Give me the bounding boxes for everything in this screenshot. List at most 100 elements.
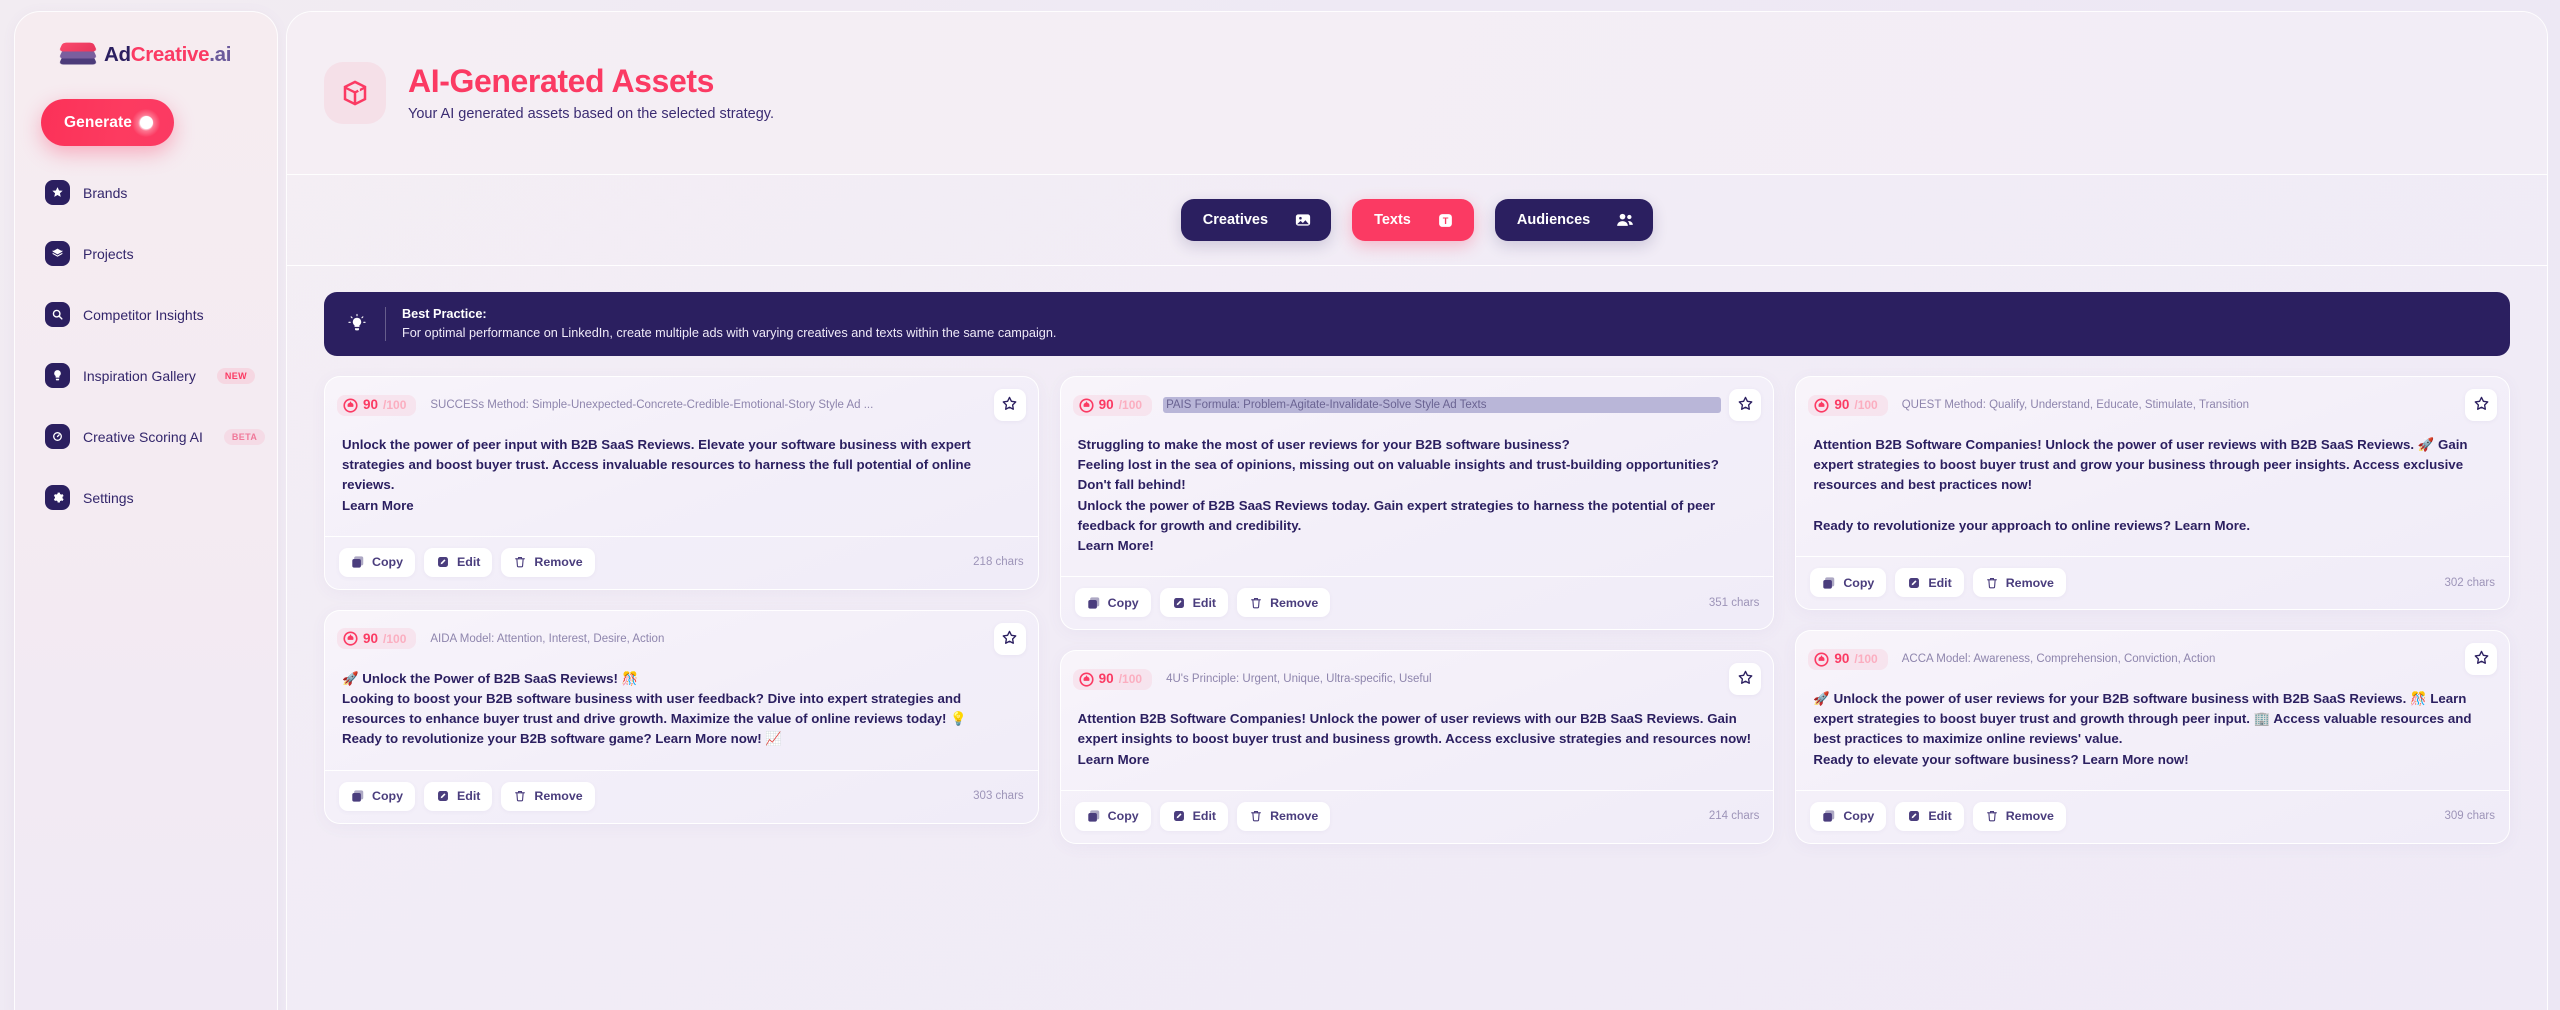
- copy-icon: [1822, 576, 1836, 590]
- card-footer: Copy Edit Remove 309 chars: [1796, 789, 2510, 843]
- card-footer: Copy Edit Remove 351 chars: [1060, 576, 1774, 629]
- remove-button-label: Remove: [534, 789, 583, 804]
- copy-button-label: Copy: [1843, 809, 1875, 824]
- sidebar-item-competitor-insights[interactable]: Competitor Insights: [15, 294, 277, 335]
- tab-creatives[interactable]: Creatives: [1180, 199, 1332, 241]
- copy-button-label: Copy: [1107, 809, 1139, 824]
- main-panel: AI-Generated Assets Your AI generated as…: [286, 11, 2548, 1010]
- magnifier-icon: [45, 302, 70, 327]
- card-header: 90/100 AIDA Model: Attention, Interest, D…: [325, 611, 1038, 665]
- card-title: PAIS Formula: Problem-Agitate-Invalidate…: [1163, 397, 1722, 413]
- copy-button[interactable]: Copy: [1810, 568, 1887, 598]
- generate-button-label: Generate: [64, 113, 132, 131]
- card-body-text: 🚀 Unlock the power of user reviews for y…: [1813, 691, 2472, 767]
- sidebar-item-brands[interactable]: Brands: [15, 172, 277, 213]
- remove-button[interactable]: Remove: [1972, 568, 2066, 598]
- edit-button[interactable]: Edit: [1159, 588, 1229, 618]
- sidebar-badge-new: NEW: [216, 367, 256, 384]
- tab-texts[interactable]: Texts T: [1352, 199, 1474, 241]
- favorite-button[interactable]: [993, 622, 1026, 655]
- copy-button-label: Copy: [1107, 595, 1139, 610]
- pencil-icon: [436, 555, 450, 569]
- card-header: 90/100 SUCCESs Method: Simple-Unexpected-…: [325, 377, 1038, 431]
- edit-button[interactable]: Edit: [423, 547, 493, 577]
- remove-button[interactable]: Remove: [1237, 801, 1331, 831]
- sidebar-item-label: Competitor Insights: [83, 306, 204, 323]
- card-body-text: Unlock the power of peer input with B2B …: [342, 437, 972, 513]
- sidebar-item-settings[interactable]: Settings: [15, 477, 277, 518]
- card-footer: Copy Edit Remove 303 chars: [325, 769, 1038, 823]
- copy-icon: [1087, 596, 1101, 610]
- edit-button[interactable]: Edit: [423, 781, 493, 811]
- brand-logo[interactable]: AdCreative.ai: [15, 12, 277, 71]
- score-max: /100: [1854, 398, 1878, 412]
- tab-label: Texts: [1374, 212, 1411, 228]
- score-max: /100: [1118, 398, 1143, 412]
- asset-card: 90/100 QUEST Method: Qualify, Understand,…: [1795, 376, 2511, 611]
- image-icon: [1293, 210, 1313, 230]
- edit-button[interactable]: Edit: [1895, 801, 1964, 831]
- score-max: /100: [1118, 672, 1143, 687]
- remove-button[interactable]: Remove: [501, 781, 595, 811]
- card-title: SUCCESs Method: Simple-Unexpected-Concre…: [430, 399, 874, 411]
- score-badge: 90/100: [337, 394, 417, 416]
- generate-button[interactable]: Generate: [41, 99, 174, 146]
- remove-button[interactable]: Remove: [501, 547, 595, 577]
- char-count: 303 chars: [973, 790, 1024, 803]
- sidebar-item-label: Settings: [83, 489, 134, 506]
- copy-button[interactable]: Copy: [1074, 588, 1151, 618]
- tabs-bar: Creatives Texts T Audiences: [287, 175, 2547, 266]
- card-body-text: Attention B2B Software Companies! Unlock…: [1077, 711, 1752, 767]
- pencil-icon: [1907, 576, 1921, 590]
- star-outline-icon: [2473, 395, 2490, 415]
- remove-button-label: Remove: [1270, 809, 1319, 824]
- remove-button[interactable]: Remove: [1972, 801, 2066, 831]
- copy-button[interactable]: Copy: [1074, 801, 1151, 831]
- tab-label: Creatives: [1202, 212, 1269, 228]
- edit-button-label: Edit: [1928, 809, 1952, 824]
- copy-button-label: Copy: [372, 789, 403, 804]
- brand-name-part2: Creative: [130, 43, 210, 66]
- best-practice-banner: Best Practice: For optimal performance o…: [324, 292, 2510, 356]
- copy-button[interactable]: Copy: [339, 547, 415, 577]
- score-max: /100: [1854, 652, 1878, 667]
- tab-label: Audiences: [1516, 212, 1591, 228]
- sidebar-item-projects[interactable]: Projects: [15, 233, 277, 274]
- card-body-text: 🚀 Unlock the Power of B2B SaaS Reviews! …: [342, 670, 967, 747]
- edit-button[interactable]: Edit: [1159, 801, 1229, 831]
- lightbulb-icon: [45, 363, 70, 388]
- copy-button[interactable]: Copy: [1810, 801, 1887, 831]
- sparkle-orb-icon: [132, 108, 160, 137]
- card-title: ACCA Model: Awareness, Comprehension, Co…: [1901, 653, 2216, 666]
- favorite-button[interactable]: [2465, 389, 2498, 421]
- score-value: 90: [1834, 397, 1850, 413]
- asset-column: 90/100 PAIS Formula: Problem-Agitate-Inva…: [1059, 376, 1775, 844]
- favorite-button[interactable]: [2465, 643, 2498, 676]
- asset-columns: 90/100 SUCCESs Method: Simple-Unexpected-…: [287, 356, 2547, 844]
- copy-button[interactable]: Copy: [339, 781, 415, 811]
- card-header: 90/100 ACCA Model: Awareness, Comprehensi…: [1796, 631, 2509, 685]
- svg-text:T: T: [1443, 216, 1449, 226]
- copy-button-label: Copy: [1843, 575, 1875, 590]
- tab-audiences[interactable]: Audiences: [1494, 199, 1654, 241]
- asset-column: 90/100 SUCCESs Method: Simple-Unexpected-…: [324, 376, 1039, 824]
- sidebar-nav: Brands Projects Competitor Insights Insp…: [15, 172, 277, 518]
- edit-button[interactable]: Edit: [1895, 568, 1964, 598]
- brand-name-part3: .ai: [209, 43, 232, 66]
- copy-icon: [1087, 809, 1101, 823]
- star-outline-icon: [1001, 629, 1018, 649]
- favorite-button[interactable]: [993, 389, 1026, 421]
- favorite-button[interactable]: [1729, 663, 1762, 696]
- brand-name: AdCreative.ai: [104, 43, 231, 67]
- sidebar-item-label: Inspiration Gallery: [83, 367, 196, 384]
- page-subtitle: Your AI generated assets based on the se…: [408, 105, 774, 122]
- sidebar: AdCreative.ai Generate Brands Projects C…: [14, 11, 278, 1010]
- favorite-button[interactable]: [1729, 389, 1762, 421]
- score-value: 90: [1098, 397, 1114, 413]
- trash-icon: [1985, 809, 1999, 823]
- sidebar-item-inspiration-gallery[interactable]: Inspiration Gallery NEW: [15, 355, 277, 396]
- remove-button[interactable]: Remove: [1237, 588, 1331, 618]
- card-footer: Copy Edit Remove 214 chars: [1060, 789, 1774, 843]
- people-icon: [1615, 210, 1635, 230]
- sidebar-item-creative-scoring-ai[interactable]: Creative Scoring AI BETA: [15, 416, 277, 457]
